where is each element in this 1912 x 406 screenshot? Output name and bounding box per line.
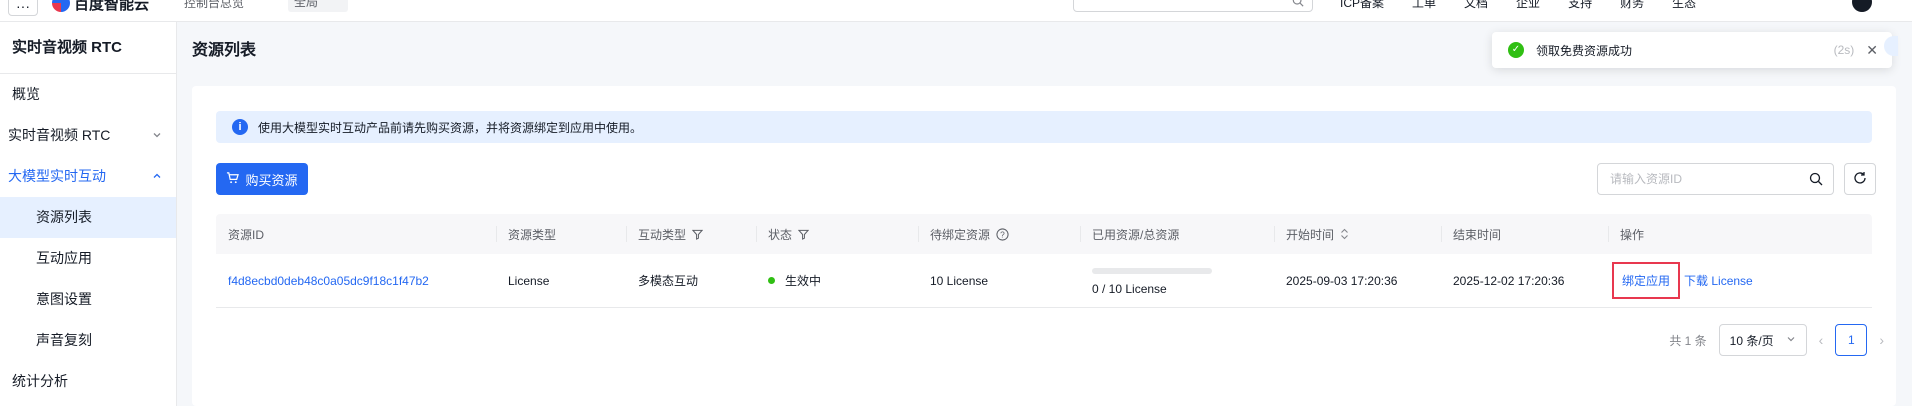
usage-text: 0 / 10 License (1092, 281, 1167, 296)
sidebar-item-label: 实时音视频 RTC (8, 127, 111, 143)
cell-status: 生效中 (756, 254, 918, 307)
col-interaction-type: 互动类型 (626, 214, 756, 254)
search-icon[interactable] (1809, 172, 1823, 189)
toast-message: 领取免费资源成功 (1536, 43, 1633, 58)
sidebar-item-statistics[interactable]: 统计分析 (0, 361, 176, 402)
avatar[interactable] (1852, 0, 1872, 12)
sidebar-item-label: 互动应用 (36, 250, 92, 266)
brand-logo-icon (52, 0, 70, 12)
toast-timer: (2s) (1833, 43, 1855, 57)
svg-text:?: ? (1000, 229, 1005, 239)
cell-actions: 绑定应用 下载 License (1608, 254, 1872, 307)
col-end-time: 结束时间 (1441, 214, 1608, 254)
pagination: 共 1 条 10 条/页 ‹ 1 › (1669, 324, 1884, 356)
sidebar-item-label: 意图设置 (36, 291, 92, 307)
buy-resource-label: 购买资源 (245, 172, 298, 188)
next-page-icon[interactable]: › (1879, 332, 1884, 348)
buy-resource-button[interactable]: 购买资源 (216, 163, 308, 195)
table-row: f4d8ecbd0deb48c0a05dc9f18c1f47b2 License… (216, 254, 1872, 308)
sort-icon[interactable] (1340, 228, 1349, 240)
page-size-select[interactable]: 10 条/页 (1718, 324, 1807, 356)
cell-interaction-type: 多模态互动 (638, 274, 699, 288)
info-icon: i (232, 119, 248, 135)
status-badge: 生效中 (785, 274, 822, 288)
top-link-icp[interactable]: ICP备案 (1340, 0, 1384, 11)
resource-search (1597, 163, 1834, 195)
side-help-widget[interactable] (1884, 36, 1898, 56)
col-usage: 已用资源/总资源 (1080, 214, 1274, 254)
chevron-up-icon (152, 156, 162, 197)
sidebar-product-title: 实时音视频 RTC (0, 22, 176, 74)
search-icon (1292, 0, 1304, 10)
info-alert-text: 使用大模型实时互动产品前请先购买资源，并将资源绑定到应用中使用。 (258, 120, 643, 135)
table-header: 资源ID 资源类型 互动类型 状态 待绑定资源 ? 已用资源/总资源 开始时间 … (216, 214, 1872, 254)
status-active-icon (768, 277, 775, 284)
cart-icon (226, 171, 240, 187)
close-icon[interactable]: ✕ (1866, 42, 1878, 59)
filter-icon[interactable] (798, 229, 810, 240)
cell-end-time: 2025-12-02 17:20:36 (1453, 273, 1565, 288)
sidebar-item-label: 声音复刻 (36, 332, 92, 348)
col-resource-id: 资源ID (228, 227, 265, 242)
col-pending-resource: 待绑定资源 ? (918, 214, 1080, 254)
resource-table: 资源ID 资源类型 互动类型 状态 待绑定资源 ? 已用资源/总资源 开始时间 … (216, 214, 1872, 308)
bind-app-button[interactable]: 绑定应用 (1612, 262, 1681, 299)
cell-start-time: 2025-09-03 17:20:36 (1286, 273, 1398, 288)
info-alert: i 使用大模型实时互动产品前请先购买资源，并将资源绑定到应用中使用。 (216, 111, 1872, 143)
resource-panel: i 使用大模型实时互动产品前请先购买资源，并将资源绑定到应用中使用。 购买资源 … (192, 86, 1896, 406)
success-check-icon: ✓ (1508, 42, 1524, 58)
sidebar-item-resource-list[interactable]: 资源列表 (0, 197, 176, 238)
filter-icon[interactable] (692, 229, 704, 240)
pagination-total: 共 1 条 (1669, 333, 1707, 348)
prev-page-icon[interactable]: ‹ (1819, 332, 1824, 348)
sidebar-item-label: 资源列表 (36, 209, 92, 225)
top-link-enterprise[interactable]: 企业 (1516, 0, 1540, 11)
sidebar-item-intent-settings[interactable]: 意图设置 (0, 279, 176, 320)
top-link-docs[interactable]: 文档 (1464, 0, 1488, 11)
cell-pending: 10 License (930, 273, 989, 288)
col-start-time: 开始时间 (1274, 214, 1441, 254)
refresh-button[interactable] (1844, 163, 1876, 195)
refresh-icon (1853, 171, 1867, 188)
chevron-down-icon (1786, 333, 1796, 347)
sidebar-item-llm-interaction[interactable]: 大模型实时互动 (0, 156, 176, 197)
sidebar-item-voice-clone[interactable]: 声音复刻 (0, 320, 176, 361)
top-bar: ··· 百度智能云 控制台总览 全局 ICP备案 工单 文档 企业 支持 财务 … (0, 0, 1912, 22)
brand-name: 百度智能云 (74, 0, 150, 13)
product-menu-button[interactable]: ··· (8, 0, 38, 16)
success-toast: ✓ 领取免费资源成功 (2s) ✕ (1492, 32, 1892, 68)
cell-resource-type: License (508, 273, 550, 288)
col-status: 状态 (756, 214, 918, 254)
chevron-down-icon (152, 115, 162, 156)
brand-logo[interactable]: 百度智能云 (52, 0, 150, 13)
top-link-ecosystem[interactable]: 生态 (1672, 0, 1696, 11)
region-selector[interactable]: 全局 (288, 0, 348, 12)
top-link-support[interactable]: 支持 (1568, 0, 1592, 11)
resource-id-link[interactable]: f4d8ecbd0deb48c0a05dc9f18c1f47b2 (228, 274, 429, 288)
sidebar-item-label: 概览 (12, 86, 40, 102)
sidebar: 实时音视频 RTC 概览 实时音视频 RTC 大模型实时互动 资源列表 互动应用… (0, 22, 177, 406)
global-search[interactable] (1073, 0, 1313, 12)
top-link-finance[interactable]: 财务 (1620, 0, 1644, 11)
resource-id-search-input[interactable] (1598, 164, 1798, 194)
top-links: ICP备案 工单 文档 企业 支持 财务 生态 (1340, 0, 1696, 11)
sidebar-item-rtc[interactable]: 实时音视频 RTC (0, 115, 176, 156)
help-icon[interactable]: ? (996, 227, 1009, 241)
cell-usage: 0 / 10 License (1080, 254, 1274, 307)
page-title: 资源列表 (192, 42, 257, 59)
download-license-link[interactable]: 下载 License (1684, 272, 1753, 289)
console-overview-link[interactable]: 控制台总览 (184, 0, 244, 11)
page-1-button[interactable]: 1 (1835, 324, 1868, 356)
col-actions: 操作 (1608, 214, 1872, 254)
top-link-ticket[interactable]: 工单 (1412, 0, 1436, 11)
sidebar-item-interactive-apps[interactable]: 互动应用 (0, 238, 176, 279)
sidebar-item-label: 大模型实时互动 (8, 168, 106, 184)
usage-progress-bar (1092, 267, 1212, 274)
sidebar-item-overview[interactable]: 概览 (0, 74, 176, 115)
col-resource-type: 资源类型 (496, 214, 626, 254)
sidebar-item-label: 统计分析 (12, 373, 68, 389)
